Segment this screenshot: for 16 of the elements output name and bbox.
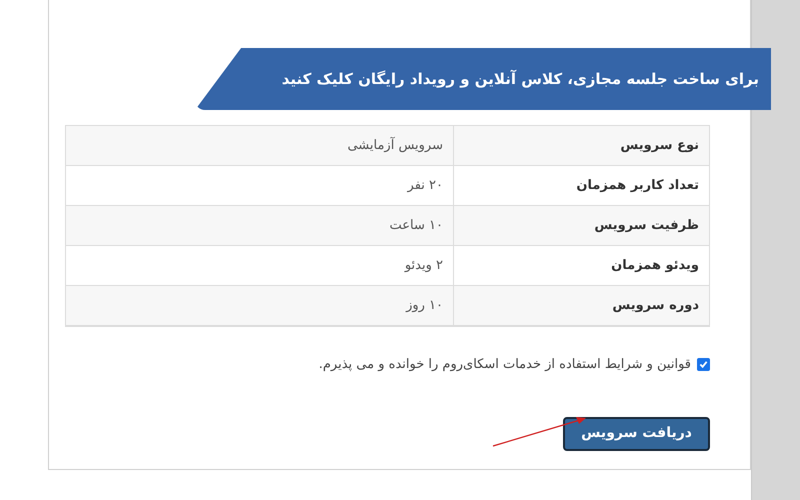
row-label: نوع سرویس	[453, 126, 709, 165]
row-value: ۱۰ روز	[404, 296, 444, 315]
row-value: ۱۰ ساعت	[388, 216, 444, 235]
row-label: ویدئو همزمان	[453, 246, 709, 285]
banner-text: برای ساخت جلسه مجازی، کلاس آنلاین و رویداد رایگان کلیک کنید	[282, 68, 759, 90]
row-value: ۲ ویدئو	[403, 256, 444, 275]
row-label: تعداد کاربر همزمان	[453, 166, 709, 205]
checkmark-icon	[699, 360, 708, 370]
banner[interactable]: برای ساخت جلسه مجازی، کلاس آنلاین و رویداد رایگان کلیک کنید	[195, 48, 771, 110]
row-value: ۲۰ نفر	[406, 176, 444, 195]
terms-label: قوانین و شرایط استفاده از خدمات اسکای‌روم را خوانده و می پذیرم.	[318, 356, 691, 374]
submit-button[interactable]: دریافت سرویس	[563, 416, 710, 450]
terms-checkbox[interactable]	[697, 358, 710, 372]
row-value: سرویس آزمایشی	[346, 136, 444, 155]
row-label: دوره سرویس	[453, 286, 709, 325]
row-label: ظرفیت سرویس	[453, 206, 709, 245]
